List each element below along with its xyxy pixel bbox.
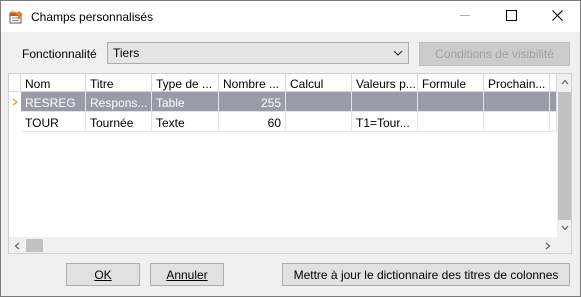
column-header[interactable]: Formule <box>418 74 484 92</box>
column-header[interactable]: Calcul <box>286 74 352 92</box>
scroll-up-icon[interactable] <box>557 74 571 90</box>
cell-valeurs[interactable] <box>352 92 418 112</box>
cancel-button-label: Annuler <box>166 267 208 282</box>
cell-titre[interactable]: Respons... <box>86 92 152 112</box>
maximize-button[interactable] <box>488 1 534 32</box>
window-title: Champs personnalisés <box>31 10 154 24</box>
column-header[interactable]: Nombre ... <box>219 74 286 92</box>
cell-nom[interactable]: RESREG <box>21 92 86 112</box>
horizontal-scrollbar[interactable] <box>9 237 557 253</box>
feature-select-value: Tiers <box>113 46 140 60</box>
close-icon <box>551 9 563 24</box>
cancel-button[interactable]: Annuler <box>150 263 224 286</box>
close-button[interactable] <box>534 1 580 32</box>
scroll-left-icon[interactable] <box>9 238 25 253</box>
current-row-arrow-icon <box>9 92 21 112</box>
feature-select[interactable]: Tiers <box>107 42 409 64</box>
title-bar[interactable]: fx Champs personnalisés <box>1 1 580 32</box>
custom-fields-grid[interactable]: Nom Titre Type de ... Nombre ... Calcul … <box>8 73 572 254</box>
cell-overflow <box>550 112 557 132</box>
scroll-down-icon[interactable] <box>557 220 571 236</box>
column-header[interactable]: Titre <box>86 74 152 92</box>
ok-button-label: OK <box>94 267 112 282</box>
chevron-down-icon <box>392 47 404 59</box>
table-row[interactable]: TOUR Tournée Texte 60 T1=Tour... <box>9 112 557 132</box>
minimize-button[interactable] <box>442 1 488 32</box>
custom-fields-dialog: fx Champs personnalisés Fonctionnalité T… <box>0 0 581 297</box>
ok-button[interactable]: OK <box>66 263 140 286</box>
cell-type[interactable]: Texte <box>152 112 219 132</box>
update-column-titles-dictionary-button[interactable]: Mettre à jour le dictionnaire des titres… <box>282 263 570 286</box>
cell-valeurs[interactable]: T1=Tour... <box>352 112 418 132</box>
cell-titre[interactable]: Tournée <box>86 112 152 132</box>
vertical-scrollbar[interactable] <box>557 74 571 237</box>
cell-nombre[interactable]: 255 <box>219 92 286 112</box>
cell-type[interactable]: Table <box>152 92 219 112</box>
column-header[interactable]: Nom <box>21 74 86 92</box>
feature-label: Fonctionnalité <box>22 47 97 61</box>
cell-nom[interactable]: TOUR <box>21 112 86 132</box>
cell-calcul[interactable] <box>286 92 352 112</box>
cell-overflow <box>550 92 557 112</box>
cell-prochain[interactable] <box>484 112 550 132</box>
column-header-overflow <box>550 74 557 92</box>
scrollbar-corner <box>557 237 571 253</box>
cell-nombre[interactable]: 60 <box>219 112 286 132</box>
custom-fields-app-icon: fx <box>9 9 25 25</box>
cell-formule[interactable] <box>418 92 484 112</box>
column-header[interactable]: Type de ... <box>152 74 219 92</box>
grid-header: Nom Titre Type de ... Nombre ... Calcul … <box>9 74 557 92</box>
update-dictionary-button-label: Mettre à jour le dictionnaire des titres… <box>293 267 559 282</box>
cell-prochain[interactable] <box>484 92 550 112</box>
horizontal-scroll-thumb[interactable] <box>26 239 43 252</box>
cell-calcul[interactable] <box>286 112 352 132</box>
column-header[interactable]: Prochain... <box>484 74 550 92</box>
column-header[interactable]: Valeurs p... <box>352 74 418 92</box>
visibility-conditions-button[interactable]: Conditions de visibilité <box>419 42 570 66</box>
row-header-corner <box>9 74 21 92</box>
minimize-icon <box>459 10 471 24</box>
maximize-icon <box>505 9 517 24</box>
vertical-scroll-thumb[interactable] <box>558 92 571 220</box>
table-row[interactable]: RESREG Respons... Table 255 <box>9 92 557 112</box>
scroll-right-icon[interactable] <box>540 238 556 253</box>
cell-formule[interactable] <box>418 112 484 132</box>
svg-text:fx: fx <box>11 10 16 16</box>
